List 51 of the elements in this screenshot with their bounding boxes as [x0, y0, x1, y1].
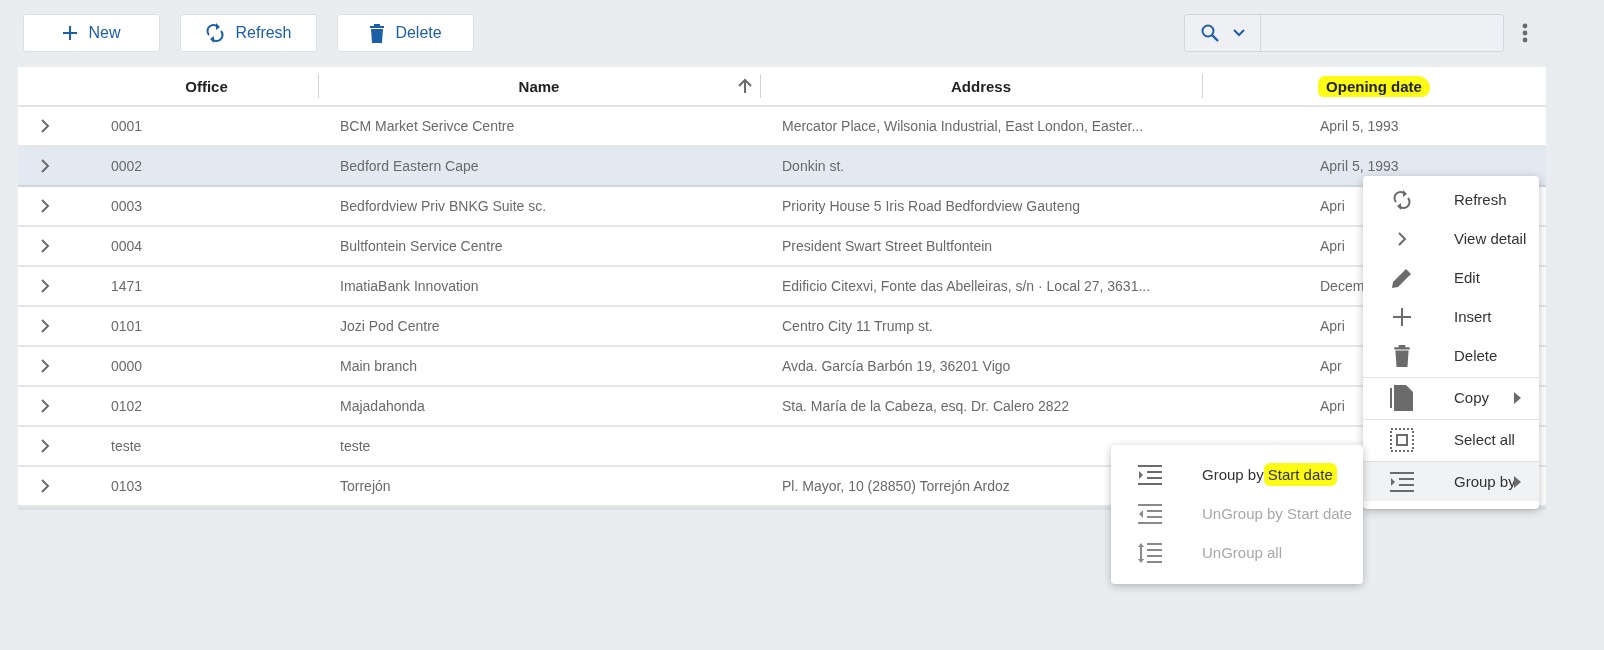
expand-row-button[interactable] — [40, 278, 50, 294]
plus-icon — [1393, 307, 1411, 326]
expand-row-button[interactable] — [40, 198, 50, 214]
toolbar-button[interactable]: Delete — [337, 14, 474, 52]
expand-row-button[interactable] — [40, 438, 50, 454]
refresh-icon — [205, 22, 226, 44]
toolbar-button[interactable]: Refresh — [180, 14, 317, 52]
chevron-right-icon — [40, 238, 50, 254]
expand-row-button[interactable] — [40, 318, 50, 334]
copy-icon — [1389, 383, 1415, 412]
trash-icon — [1393, 344, 1411, 367]
chevron-right-icon — [40, 438, 50, 454]
sort-arrow-icon[interactable] — [738, 78, 752, 94]
chevron-right-icon — [40, 478, 50, 494]
line-spacing-icon — [1137, 541, 1163, 564]
outdent-icon — [1138, 502, 1162, 525]
expand-row-button[interactable] — [40, 398, 50, 414]
chevron-right-icon — [40, 398, 50, 414]
menu-item[interactable]: View detail — [1363, 219, 1539, 258]
expand-row-button[interactable] — [40, 358, 50, 374]
refresh-icon — [1392, 188, 1412, 211]
pencil-icon — [1391, 266, 1413, 289]
select-all-icon — [1390, 427, 1414, 452]
menu-item[interactable]: Edit — [1363, 258, 1539, 297]
chevron-right-icon — [1397, 230, 1407, 247]
column-header[interactable]: Opening date — [1318, 75, 1430, 97]
search-icon — [1200, 24, 1219, 42]
column-header[interactable]: Name — [510, 75, 568, 97]
indent-icon — [1390, 470, 1414, 493]
menu-item[interactable]: Select all — [1363, 419, 1539, 459]
chevron-right-icon — [40, 278, 50, 294]
menu-item[interactable]: Insert — [1363, 297, 1539, 336]
search-field[interactable] — [1184, 14, 1504, 52]
chevron-right-icon — [40, 318, 50, 334]
toolbar-button[interactable]: New — [23, 14, 160, 52]
chevron-right-icon — [40, 158, 50, 174]
expand-row-button[interactable] — [40, 478, 50, 494]
menu-item[interactable]: Copy — [1363, 377, 1539, 417]
expand-row-button[interactable] — [40, 238, 50, 254]
chevron-down-icon — [1232, 29, 1245, 37]
trash-icon — [369, 23, 386, 43]
column-header[interactable]: Office — [177, 75, 236, 97]
column-header[interactable]: Address — [943, 75, 1019, 97]
indent-icon — [1138, 463, 1162, 486]
chevron-right-icon — [40, 198, 50, 214]
menu-item[interactable]: Delete — [1363, 336, 1539, 375]
expand-row-button[interactable] — [40, 158, 50, 174]
chevron-right-icon — [40, 118, 50, 134]
chevron-right-icon — [40, 358, 50, 374]
plus-icon — [62, 25, 79, 41]
expand-row-button[interactable] — [40, 118, 50, 134]
